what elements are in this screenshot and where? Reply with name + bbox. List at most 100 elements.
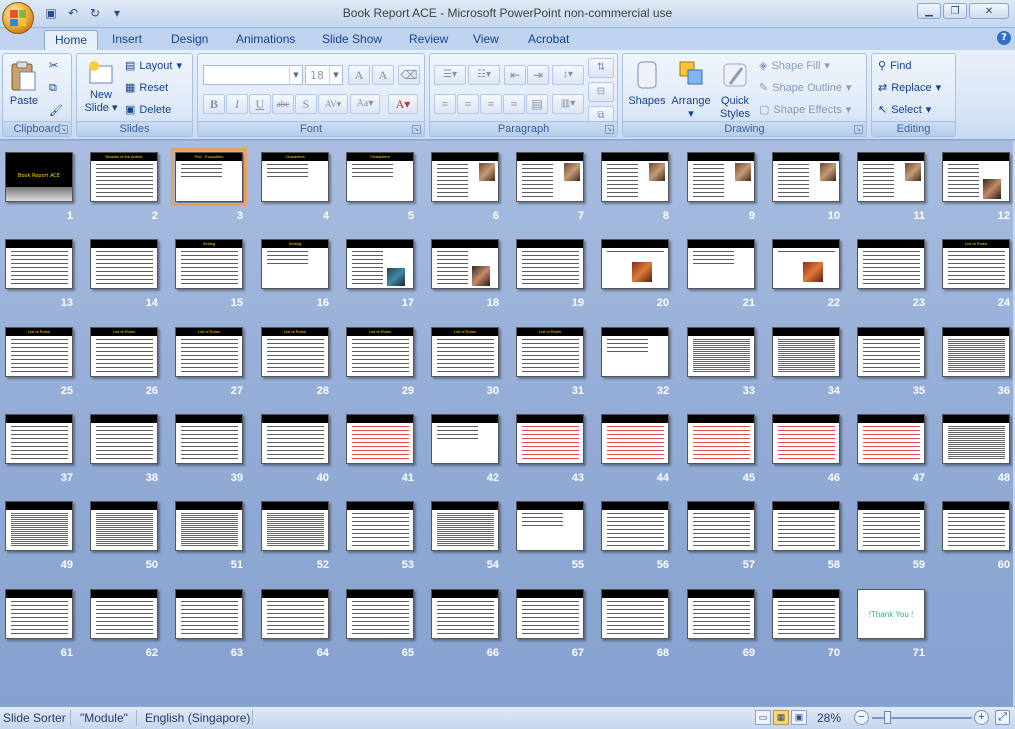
slide-thumbnail[interactable] bbox=[90, 501, 158, 551]
slide-thumbnail[interactable] bbox=[346, 501, 414, 551]
tab-animations[interactable]: Animations bbox=[226, 30, 305, 50]
slide-thumbnail[interactable] bbox=[516, 589, 584, 639]
minimize-button[interactable]: ▁ bbox=[917, 3, 941, 19]
shrink-font-icon[interactable]: A bbox=[372, 65, 394, 85]
bold-icon[interactable]: B bbox=[203, 94, 225, 114]
slide-thumbnail[interactable] bbox=[601, 239, 669, 289]
slide-thumbnail[interactable] bbox=[857, 152, 925, 202]
slide-thumbnail[interactable]: Setting bbox=[261, 239, 329, 289]
columns-icon[interactable]: ▥▾ bbox=[552, 94, 584, 114]
distribute-icon[interactable]: ▤ bbox=[526, 94, 548, 114]
paragraph-launcher-icon[interactable]: ↘ bbox=[605, 125, 614, 134]
slide-thumbnail[interactable] bbox=[5, 414, 73, 464]
slide-thumbnail[interactable] bbox=[942, 501, 1010, 551]
zoom-out-icon[interactable]: − bbox=[854, 710, 869, 725]
tab-review[interactable]: Review bbox=[399, 30, 458, 50]
slide-thumbnail[interactable]: Characters bbox=[346, 152, 414, 202]
slide-thumbnail[interactable] bbox=[431, 152, 499, 202]
slide-thumbnail[interactable] bbox=[516, 239, 584, 289]
slide-thumbnail[interactable]: Characters bbox=[261, 152, 329, 202]
tab-insert[interactable]: Insert bbox=[102, 30, 152, 50]
find-button[interactable]: ⚲ Find bbox=[878, 59, 911, 73]
slide-thumbnail[interactable] bbox=[431, 589, 499, 639]
tab-home[interactable]: Home bbox=[44, 30, 99, 50]
slide-thumbnail[interactable] bbox=[175, 589, 243, 639]
clear-format-icon[interactable]: ⌫ bbox=[398, 65, 420, 85]
zoom-in-icon[interactable]: + bbox=[974, 710, 989, 725]
slide-thumbnail[interactable]: List of Rules bbox=[175, 327, 243, 377]
justify-icon[interactable]: ≡ bbox=[503, 94, 525, 114]
slide-sorter-view-icon[interactable]: ▦ bbox=[773, 710, 789, 725]
slide-thumbnail[interactable] bbox=[346, 239, 414, 289]
slide-thumbnail[interactable] bbox=[687, 501, 755, 551]
drawing-launcher-icon[interactable]: ↘ bbox=[854, 125, 863, 134]
slide-thumbnail[interactable] bbox=[5, 589, 73, 639]
underline-icon[interactable]: U bbox=[249, 94, 271, 114]
slide-thumbnail[interactable] bbox=[772, 152, 840, 202]
slide-thumbnail[interactable]: List of Rules bbox=[431, 327, 499, 377]
slide-thumbnail[interactable]: List of Rules bbox=[516, 327, 584, 377]
copy-icon[interactable]: ⧉ bbox=[49, 82, 57, 95]
delete-button[interactable]: ▣ Delete bbox=[125, 103, 171, 117]
decrease-indent-icon[interactable]: ⇤ bbox=[504, 65, 526, 85]
reset-button[interactable]: ▦ Reset bbox=[125, 81, 168, 95]
slide-thumbnail[interactable] bbox=[431, 239, 499, 289]
slide-thumbnail[interactable] bbox=[857, 327, 925, 377]
slide-thumbnail[interactable] bbox=[90, 414, 158, 464]
strikethrough-icon[interactable]: abc bbox=[272, 94, 294, 114]
slide-thumbnail[interactable]: List of Rules bbox=[5, 327, 73, 377]
paste-button[interactable]: Paste bbox=[8, 60, 40, 108]
slide-thumbnail[interactable] bbox=[772, 501, 840, 551]
slide-thumbnail[interactable] bbox=[772, 414, 840, 464]
shape-effects-button[interactable]: ▢ Shape Effects ▾ bbox=[759, 103, 851, 117]
slide-thumbnail[interactable] bbox=[516, 501, 584, 551]
tab-acrobat[interactable]: Acrobat bbox=[518, 30, 579, 50]
slide-thumbnail[interactable] bbox=[175, 501, 243, 551]
align-text-icon[interactable]: ⊟ bbox=[588, 82, 614, 102]
clipboard-launcher-icon[interactable]: ↘ bbox=[59, 125, 68, 134]
font-launcher-icon[interactable]: ↘ bbox=[412, 125, 421, 134]
grow-font-icon[interactable]: A bbox=[348, 65, 370, 85]
office-button[interactable] bbox=[2, 2, 34, 34]
slide-thumbnail[interactable] bbox=[90, 239, 158, 289]
tab-slide-show[interactable]: Slide Show bbox=[312, 30, 392, 50]
slide-thumbnail[interactable] bbox=[601, 327, 669, 377]
zoom-slider-thumb[interactable] bbox=[884, 711, 891, 724]
slide-thumbnail[interactable] bbox=[5, 239, 73, 289]
align-right-icon[interactable]: ≡ bbox=[480, 94, 502, 114]
font-name-combo[interactable]: ▼ bbox=[203, 65, 303, 85]
slide-thumbnail[interactable] bbox=[772, 327, 840, 377]
slide-thumbnail[interactable] bbox=[687, 414, 755, 464]
help-icon[interactable]: ? bbox=[997, 31, 1011, 45]
close-button[interactable]: ✕ bbox=[969, 3, 1009, 19]
numbering-icon[interactable]: ☷▾ bbox=[468, 65, 500, 85]
slide-thumbnail[interactable]: List of Rules bbox=[261, 327, 329, 377]
change-case-icon[interactable]: Aa▾ bbox=[350, 94, 380, 114]
increase-indent-icon[interactable]: ⇥ bbox=[527, 65, 549, 85]
slide-thumbnail[interactable] bbox=[601, 589, 669, 639]
restore-button[interactable]: ❐ bbox=[943, 3, 967, 19]
slide-thumbnail[interactable] bbox=[857, 239, 925, 289]
slide-thumbnail[interactable] bbox=[261, 501, 329, 551]
slide-thumbnail[interactable] bbox=[687, 327, 755, 377]
quick-styles-button[interactable]: Quick Styles bbox=[715, 58, 755, 121]
font-size-combo[interactable]: 18 ▼ bbox=[305, 65, 343, 85]
italic-icon[interactable]: I bbox=[226, 94, 248, 114]
char-spacing-icon[interactable]: AV▾ bbox=[318, 94, 348, 114]
cut-icon[interactable]: ✂ bbox=[49, 59, 58, 72]
slide-thumbnail[interactable]: List of Rules bbox=[346, 327, 414, 377]
slide-thumbnail[interactable] bbox=[601, 152, 669, 202]
slide-thumbnail[interactable] bbox=[431, 414, 499, 464]
replace-button[interactable]: ⇄ Replace ▾ bbox=[878, 81, 941, 95]
normal-view-icon[interactable]: ▭ bbox=[755, 710, 771, 725]
slide-thumbnail[interactable]: Biodata of the Author bbox=[90, 152, 158, 202]
layout-button[interactable]: ▤ Layout ▾ bbox=[125, 59, 182, 73]
slide-show-view-icon[interactable]: ▣ bbox=[791, 710, 807, 725]
slide-thumbnail[interactable] bbox=[346, 414, 414, 464]
tab-view[interactable]: View bbox=[463, 30, 509, 50]
shape-fill-button[interactable]: ◈ Shape Fill ▾ bbox=[759, 59, 830, 73]
slide-thumbnail[interactable] bbox=[942, 414, 1010, 464]
text-direction-icon[interactable]: ⇅ bbox=[588, 58, 614, 78]
slide-thumbnail[interactable] bbox=[90, 589, 158, 639]
language-status[interactable]: English (Singapore) bbox=[145, 711, 250, 725]
